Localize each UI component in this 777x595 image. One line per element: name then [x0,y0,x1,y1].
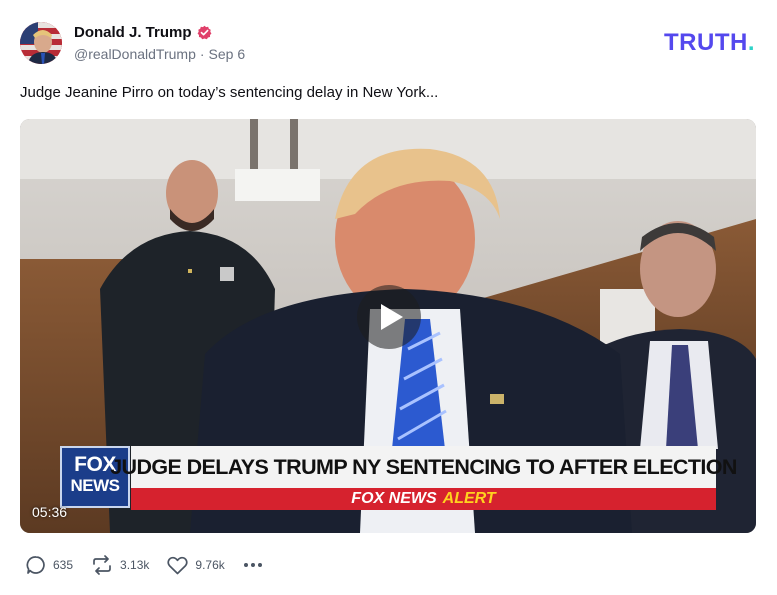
chyron-headline: JUDGE DELAYS TRUMP NY SENTENCING TO AFTE… [110,446,737,488]
verified-badge-icon [197,25,211,39]
retruth-arrows-icon [93,555,111,575]
post-date[interactable]: Sep 6 [209,46,246,62]
news-chyron: FOX NEWS JUDGE DELAYS TRUMP NY SENTENCIN… [60,446,737,512]
news-alert-bar: FOX NEWS ALERT [131,488,716,510]
author-handle[interactable]: @realDonaldTrump [74,46,196,62]
more-dots-icon [243,563,262,567]
video-duration: 05:36 [32,504,68,520]
retruth-button[interactable]: 3.13k [91,555,149,575]
author-name[interactable]: Donald J. Trump [74,24,192,41]
heart-icon [167,556,188,574]
brand-dot: . [747,29,755,56]
like-count: 9.76k [195,558,225,572]
author-name-row: Donald J. Trump [74,23,245,41]
play-button[interactable] [357,285,421,349]
meta-separator: · [199,46,205,62]
reply-bubble-icon [26,556,45,574]
post-text: Judge Jeanine Pirro on today’s sentencin… [20,84,439,101]
reply-count: 635 [53,558,74,572]
more-options-button[interactable] [243,562,263,568]
author-avatar[interactable] [20,22,62,64]
play-icon [380,304,403,330]
post-author: Donald J. Trump @realDonaldTrump · Sep 6 [74,23,245,63]
video-player[interactable]: FOX NEWS JUDGE DELAYS TRUMP NY SENTENCIN… [20,119,756,533]
author-meta: @realDonaldTrump · Sep 6 [74,46,245,62]
truth-social-logo[interactable]: TRUTH. [664,29,755,57]
alert-word: ALERT [442,490,496,507]
post-actions: 635 3.13k 9.76k [26,555,263,575]
like-button[interactable]: 9.76k [167,556,225,575]
fox-logo-line2: NEWS [70,476,121,495]
retruth-count: 3.13k [120,558,150,572]
alert-brand: FOX NEWS [351,490,437,507]
brand-name: TRUTH [664,29,748,56]
reply-button[interactable]: 635 [26,555,73,575]
